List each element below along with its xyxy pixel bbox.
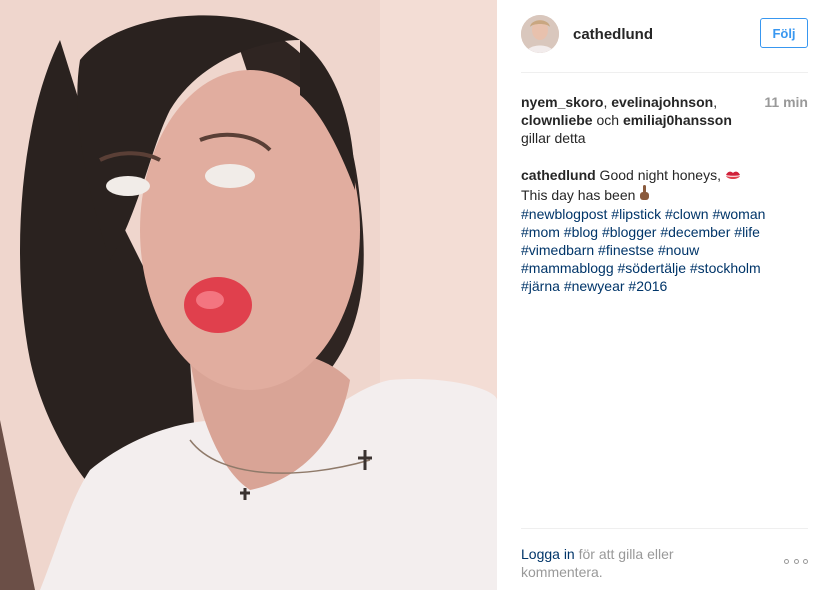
avatar[interactable] <box>521 15 559 53</box>
divider <box>521 72 808 73</box>
caption-text-line2: This day has been <box>521 187 640 203</box>
post-photo[interactable] <box>0 0 497 590</box>
post-view: cathedlund Följ nyem_skoro, evelinajohns… <box>0 0 824 590</box>
caption-username[interactable]: cathedlund <box>521 167 596 183</box>
likes-suffix: gillar detta <box>521 130 586 146</box>
pointing-finger-emoji-icon <box>639 185 650 205</box>
hashtag[interactable]: #finestse <box>598 242 654 258</box>
post-sidebar: cathedlund Följ nyem_skoro, evelinajohns… <box>497 0 824 590</box>
dot <box>784 558 789 564</box>
liker-username[interactable]: evelinajohnson <box>611 94 713 110</box>
hashtag[interactable]: #blog <box>564 224 598 240</box>
likes-summary: nyem_skoro, evelinajohnson, clownliebe o… <box>521 93 753 147</box>
hashtag[interactable]: #newblogpost <box>521 206 607 222</box>
hashtag[interactable]: #lipstick <box>611 206 661 222</box>
liker-username[interactable]: clownliebe <box>521 112 593 128</box>
ellipsis-icon[interactable] <box>784 556 808 566</box>
likes-conjunction: och <box>592 112 623 128</box>
follow-button[interactable]: Följ <box>760 18 808 48</box>
hashtag[interactable]: #newyear <box>564 278 625 294</box>
likes-separator: , <box>713 94 718 110</box>
hashtag[interactable]: #järna <box>521 278 560 294</box>
hashtag[interactable]: #clown <box>665 206 709 222</box>
post-timestamp[interactable]: 11 min <box>764 93 808 111</box>
hashtag[interactable]: #stockholm <box>690 260 761 276</box>
hashtag[interactable]: #vimedbarn <box>521 242 594 258</box>
login-link[interactable]: Logga in <box>521 546 575 562</box>
hashtag[interactable]: #2016 <box>628 278 667 294</box>
dot <box>793 558 799 564</box>
liker-username[interactable]: emiliaj0hansson <box>623 112 732 128</box>
divider <box>521 528 808 529</box>
liker-username[interactable]: nyem_skoro <box>521 94 603 110</box>
post-header: cathedlund Följ <box>521 14 808 54</box>
post-owner-username[interactable]: cathedlund <box>573 26 653 43</box>
hashtag[interactable]: #blogger <box>602 224 657 240</box>
hashtag[interactable]: #december <box>660 224 730 240</box>
hashtag[interactable]: #mom <box>521 224 560 240</box>
hashtag[interactable]: #södertälje <box>618 260 687 276</box>
kiss-emoji-icon <box>725 167 741 185</box>
post-caption: cathedlund Good night honeys, This day h… <box>521 166 801 295</box>
hashtag[interactable]: #nouw <box>658 242 699 258</box>
caption-text-line1: Good night honeys, <box>595 167 725 183</box>
login-prompt: Logga in för att gilla eller kommentera. <box>521 545 741 581</box>
dot <box>803 558 808 564</box>
hashtag[interactable]: #mammablogg <box>521 260 614 276</box>
hashtag[interactable]: #woman <box>712 206 765 222</box>
hashtag[interactable]: #life <box>734 224 760 240</box>
